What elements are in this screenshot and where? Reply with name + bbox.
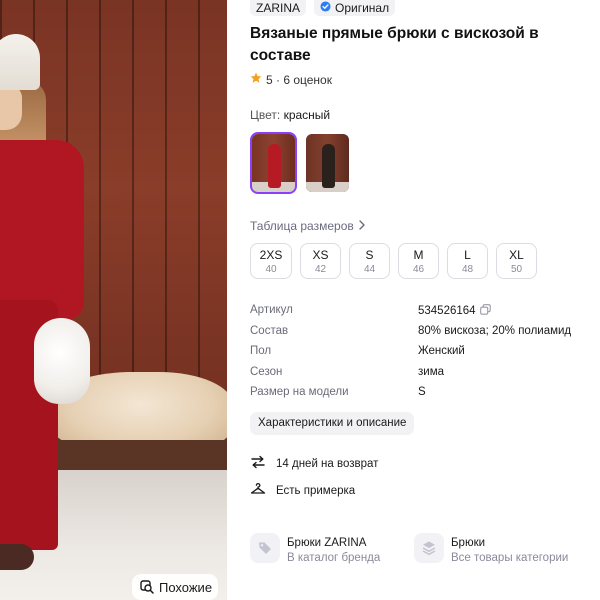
photo-bench bbox=[48, 440, 227, 470]
brand-name: ZARINA bbox=[256, 1, 301, 15]
original-tag[interactable]: Оригинал bbox=[314, 0, 396, 16]
layers-icon bbox=[414, 533, 444, 563]
brand-catalog-text: Брюки ZARINA В каталог бренда bbox=[287, 533, 380, 566]
category-text: Брюки Все товары категории bbox=[451, 533, 568, 566]
size-option[interactable]: M 46 bbox=[398, 243, 439, 279]
photo-model-mitten bbox=[34, 318, 90, 404]
swatch-figure bbox=[322, 144, 335, 188]
size-table-link[interactable]: Таблица размеров bbox=[250, 219, 366, 233]
size-label: S bbox=[365, 248, 374, 262]
verified-check-icon bbox=[320, 1, 331, 15]
hanger-icon bbox=[250, 481, 266, 500]
spec-key: Пол bbox=[250, 345, 272, 357]
category-subtitle: Все товары категории bbox=[451, 552, 569, 564]
search-similar-icon bbox=[140, 580, 154, 594]
swatch-figure bbox=[268, 144, 281, 188]
spec-row: Артикул 534526164 bbox=[250, 302, 590, 323]
return-arrows-icon bbox=[250, 454, 266, 473]
size-ru: 44 bbox=[363, 264, 376, 275]
spec-row: Состав 80% вискоза; 20% полиамид bbox=[250, 323, 590, 344]
brand-catalog-subtitle: В каталог бренда bbox=[287, 552, 381, 564]
spec-value: зима bbox=[418, 365, 444, 378]
size-ru: 40 bbox=[265, 264, 277, 275]
size-label: XS bbox=[312, 248, 329, 262]
size-ru: 46 bbox=[412, 264, 425, 275]
size-ru: 50 bbox=[510, 264, 523, 275]
rating[interactable]: 5 · 6 оценок bbox=[250, 72, 332, 87]
spec-key: Артикул bbox=[250, 304, 293, 316]
original-label: Оригинал bbox=[335, 1, 390, 15]
brand-row: ZARINA Оригинал bbox=[250, 0, 396, 16]
size-label: L bbox=[464, 248, 471, 262]
brand-catalog-link[interactable]: Брюки ZARINA В каталог бренда bbox=[250, 533, 414, 571]
category-title: Брюки bbox=[451, 537, 486, 549]
size-ru: 42 bbox=[314, 264, 327, 275]
chevron-right-icon bbox=[358, 219, 366, 233]
size-option[interactable]: XL 50 bbox=[496, 243, 537, 279]
spec-row: Сезон зима bbox=[250, 364, 590, 385]
product-title: Вязаные прямые брюки с вискозой в состав… bbox=[250, 25, 539, 64]
photo-model-face bbox=[0, 84, 22, 130]
size-label: 2XS bbox=[259, 248, 283, 262]
size-option[interactable]: XS 42 bbox=[300, 243, 341, 279]
spec-row: Размер на модели S bbox=[250, 384, 590, 405]
category-link[interactable]: Брюки Все товары категории bbox=[414, 533, 578, 571]
specs-list: Артикул 534526164 Состав 80% вискоза; 20… bbox=[250, 302, 590, 405]
size-ru: 48 bbox=[461, 264, 474, 275]
spec-value: 534526164 bbox=[418, 304, 491, 318]
return-text: 14 дней на возврат bbox=[276, 457, 379, 470]
size-selector: 2XS 40 XS 42 S 44 M 46 L 48 XL 50 bbox=[250, 243, 537, 279]
photo-model-boot bbox=[0, 544, 34, 570]
color-label: Цвет: красный bbox=[250, 108, 330, 122]
similar-button-label: Похожие bbox=[159, 579, 213, 595]
color-swatch-red[interactable] bbox=[250, 132, 297, 194]
spec-key: Состав bbox=[250, 324, 289, 337]
article-number: 534526164 bbox=[418, 305, 476, 317]
photo-model-sweater bbox=[0, 140, 84, 320]
spec-row: Пол Женский bbox=[250, 343, 590, 364]
brand-tag[interactable]: ZARINA bbox=[250, 0, 307, 16]
rating-text: 5 · 6 оценок bbox=[266, 72, 332, 87]
size-option[interactable]: 2XS 40 bbox=[250, 243, 292, 279]
tag-icon bbox=[250, 533, 280, 563]
color-label-key: Цвет: bbox=[250, 108, 281, 122]
product-photo[interactable]: Похожие bbox=[0, 0, 227, 600]
spec-key: Размер на модели bbox=[250, 386, 349, 398]
spec-value: 80% вискоза; 20% полиамид bbox=[418, 324, 572, 337]
copy-icon[interactable] bbox=[479, 304, 491, 318]
size-option[interactable]: L 48 bbox=[447, 243, 488, 279]
star-icon bbox=[250, 72, 262, 87]
size-option[interactable]: S 44 bbox=[349, 243, 390, 279]
spec-value: Женский bbox=[418, 345, 465, 357]
similar-button[interactable]: Похожие bbox=[132, 574, 218, 600]
characteristics-button[interactable]: Характеристики и описание bbox=[250, 412, 415, 435]
photo-model-hat bbox=[0, 34, 40, 90]
spec-key: Сезон bbox=[250, 365, 283, 378]
brand-catalog-title: Брюки ZARINA bbox=[287, 537, 367, 549]
size-table-label: Таблица размеров bbox=[250, 219, 354, 233]
color-value: красный bbox=[283, 108, 331, 122]
size-label: XL bbox=[509, 248, 524, 262]
fitting-text: Есть примерка bbox=[276, 484, 356, 497]
spec-value: S bbox=[418, 386, 426, 398]
fitting-info[interactable]: Есть примерка bbox=[250, 481, 355, 500]
return-info[interactable]: 14 дней на возврат bbox=[250, 454, 378, 473]
size-label: M bbox=[413, 248, 424, 262]
color-swatch-black[interactable] bbox=[304, 132, 351, 194]
related-links: Брюки ZARINA В каталог бренда Брюки Все … bbox=[250, 533, 578, 571]
